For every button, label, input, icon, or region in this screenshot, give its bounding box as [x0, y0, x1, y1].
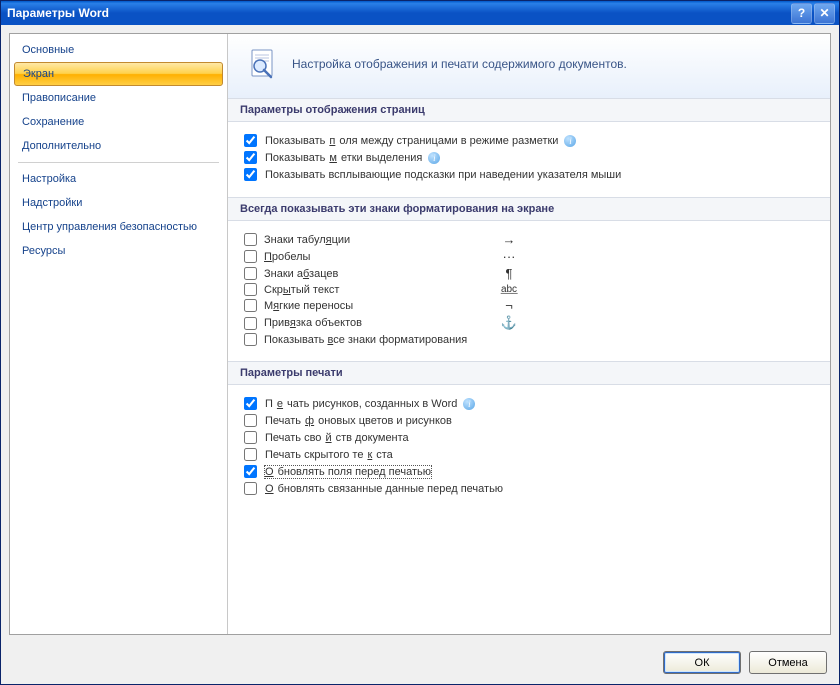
- section-header-marks: Всегда показывать эти знаки форматирован…: [228, 197, 830, 221]
- tab-symbol-icon: →: [494, 232, 524, 247]
- sidebar-item-general[interactable]: Основные: [10, 38, 227, 62]
- banner-text: Настройка отображения и печати содержимо…: [292, 57, 627, 71]
- opt-show-all-marks[interactable]: Показывать все знаки форматирования: [244, 332, 814, 347]
- checkbox[interactable]: [244, 431, 257, 444]
- checkbox[interactable]: [244, 168, 257, 181]
- section-body-marks: Знаки табуляции → Пробелы ··· Знаки абза…: [228, 221, 830, 361]
- checkbox[interactable]: [244, 448, 257, 461]
- sidebar-separator: [18, 162, 219, 163]
- space-symbol-icon: ···: [494, 249, 524, 264]
- checkbox-label: Показывать все знаки форматирования: [264, 334, 494, 346]
- section-header-print: Параметры печати: [228, 361, 830, 385]
- titlebar: Параметры Word ? ✕: [1, 1, 839, 25]
- info-icon: i: [564, 135, 576, 147]
- checkbox[interactable]: [244, 414, 257, 427]
- checkbox[interactable]: [244, 482, 257, 495]
- opt-show-white-space[interactable]: Показывать поля между страницами в режим…: [244, 132, 814, 149]
- checkbox-label: Печать рисунков, созданных в Word i: [265, 398, 475, 410]
- cancel-button[interactable]: Отмена: [749, 651, 827, 674]
- opt-print-properties[interactable]: Печать свойств документа: [244, 429, 814, 446]
- opt-update-linked-data[interactable]: Обновлять связанные данные перед печатью: [244, 480, 814, 497]
- section-body-print: Печать рисунков, созданных в Word i Печа…: [228, 385, 830, 511]
- magnifier-page-icon: [246, 48, 278, 80]
- section-body-display: Показывать поля между страницами в режим…: [228, 122, 830, 197]
- ok-button[interactable]: ОК: [663, 651, 741, 674]
- opt-print-background[interactable]: Печать фоновых цветов и рисунков: [244, 412, 814, 429]
- pilcrow-symbol-icon: ¶: [494, 266, 524, 281]
- checkbox[interactable]: [244, 299, 257, 312]
- opt-optional-hyphens[interactable]: Мягкие переносы ¬: [244, 297, 814, 314]
- checkbox-label: Показывать метки выделения i: [265, 152, 440, 164]
- checkbox-label: Печать фоновых цветов и рисунков: [265, 415, 452, 427]
- sidebar-item-trust-center[interactable]: Центр управления безопасностью: [10, 215, 227, 239]
- opt-show-tooltips[interactable]: Показывать всплывающие подсказки при нав…: [244, 166, 814, 183]
- checkbox[interactable]: [244, 267, 257, 280]
- checkbox-label: Знаки табуляции: [264, 234, 494, 246]
- opt-hidden-text[interactable]: Скрытый текст a̲b̲c̲: [244, 282, 814, 297]
- hidden-text-symbol-icon: a̲b̲c̲: [494, 284, 524, 295]
- sidebar-item-addins[interactable]: Надстройки: [10, 191, 227, 215]
- panes: Основные Экран Правописание Сохранение Д…: [9, 33, 831, 635]
- checkbox-label: Привязка объектов: [264, 317, 494, 329]
- category-sidebar: Основные Экран Правописание Сохранение Д…: [10, 34, 228, 634]
- checkbox-label: Обновлять связанные данные перед печатью: [265, 483, 503, 495]
- opt-update-fields[interactable]: Обновлять поля перед печатью: [244, 463, 814, 480]
- checkbox-label: Обновлять поля перед печатью: [265, 466, 431, 478]
- section-header-display: Параметры отображения страниц: [228, 98, 830, 122]
- checkbox[interactable]: [244, 317, 257, 330]
- checkbox-label: Пробелы: [264, 251, 494, 263]
- anchor-symbol-icon: ⚓: [494, 315, 524, 331]
- opt-spaces[interactable]: Пробелы ···: [244, 248, 814, 265]
- hyphen-symbol-icon: ¬: [494, 298, 524, 313]
- dialog-window: Параметры Word ? ✕ Основные Экран Правоп…: [0, 0, 840, 685]
- checkbox[interactable]: [244, 397, 257, 410]
- sidebar-item-display[interactable]: Экран: [14, 62, 223, 86]
- checkbox-label: Знаки абзацев: [264, 268, 494, 280]
- info-icon: i: [463, 398, 475, 410]
- sidebar-item-save[interactable]: Сохранение: [10, 110, 227, 134]
- close-button[interactable]: ✕: [814, 3, 835, 24]
- checkbox[interactable]: [244, 233, 257, 246]
- info-icon: i: [428, 152, 440, 164]
- sidebar-item-advanced[interactable]: Дополнительно: [10, 134, 227, 158]
- help-button[interactable]: ?: [791, 3, 812, 24]
- sidebar-item-proofing[interactable]: Правописание: [10, 86, 227, 110]
- dialog-footer: ОК Отмена: [1, 643, 839, 684]
- checkbox[interactable]: [244, 333, 257, 346]
- opt-paragraph-marks[interactable]: Знаки абзацев ¶: [244, 265, 814, 282]
- client-area: Основные Экран Правописание Сохранение Д…: [1, 25, 839, 684]
- checkbox[interactable]: [244, 283, 257, 296]
- opt-tab-marks[interactable]: Знаки табуляции →: [244, 231, 814, 248]
- sidebar-item-resources[interactable]: Ресурсы: [10, 239, 227, 263]
- content-pane: Настройка отображения и печати содержимо…: [228, 34, 830, 634]
- opt-object-anchors[interactable]: Привязка объектов ⚓: [244, 314, 814, 332]
- checkbox[interactable]: [244, 151, 257, 164]
- opt-show-highlighter[interactable]: Показывать метки выделения i: [244, 149, 814, 166]
- checkbox-label: Показывать всплывающие подсказки при нав…: [265, 169, 621, 181]
- checkbox-label: Скрытый текст: [264, 284, 494, 296]
- opt-print-drawings[interactable]: Печать рисунков, созданных в Word i: [244, 395, 814, 412]
- checkbox-label: Показывать поля между страницами в режим…: [265, 135, 576, 147]
- page-banner: Настройка отображения и печати содержимо…: [228, 34, 830, 98]
- checkbox[interactable]: [244, 250, 257, 263]
- checkbox-label: Мягкие переносы: [264, 300, 494, 312]
- checkbox-label: Печать скрытого текста: [265, 449, 393, 461]
- checkbox[interactable]: [244, 134, 257, 147]
- checkbox[interactable]: [244, 465, 257, 478]
- opt-print-hidden-text[interactable]: Печать скрытого текста: [244, 446, 814, 463]
- checkbox-label: Печать свойств документа: [265, 432, 409, 444]
- sidebar-item-customize[interactable]: Настройка: [10, 167, 227, 191]
- window-title: Параметры Word: [7, 6, 789, 20]
